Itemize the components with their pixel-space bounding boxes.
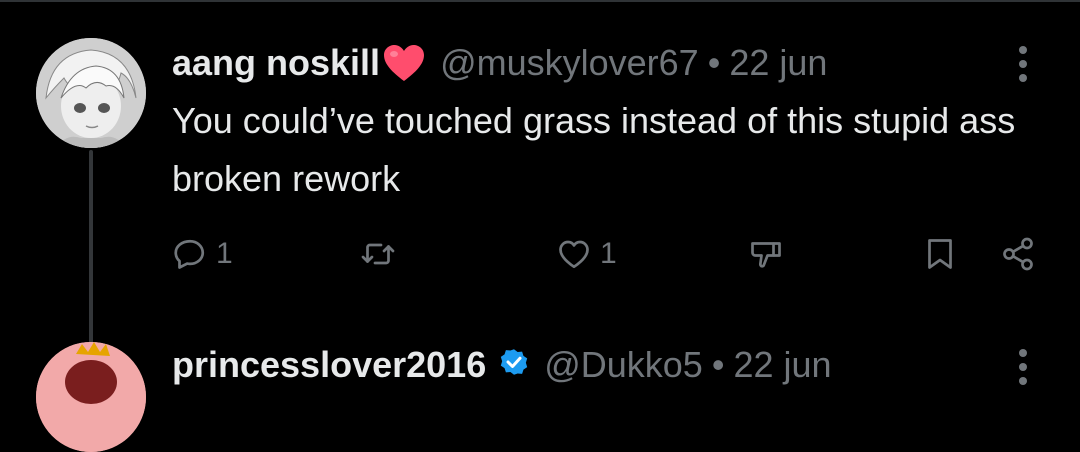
separator-dot: • (711, 344, 725, 385)
more-options-icon[interactable] (1013, 42, 1033, 86)
share-icon (1003, 237, 1033, 271)
more-options-icon[interactable] (1013, 345, 1033, 389)
like-icon (559, 240, 589, 269)
heart-emoji-icon (382, 43, 426, 83)
like-count: 1 (600, 237, 617, 270)
top-divider (0, 0, 1080, 2)
share-button[interactable] (1000, 234, 1036, 274)
bookmark-button[interactable] (922, 234, 958, 274)
post-date[interactable]: 22 jun (733, 344, 831, 386)
post-text: You could’ve touched grass instead of th… (172, 100, 1016, 199)
verified-badge-icon (496, 347, 532, 383)
display-name[interactable]: princesslover2016 (172, 344, 486, 386)
reply-button[interactable]: 1 (172, 234, 233, 274)
repost-button[interactable] (360, 234, 404, 274)
dislike-icon (751, 242, 781, 268)
dislike-button[interactable] (748, 234, 784, 274)
avatar[interactable] (36, 342, 146, 452)
thread-connector-line (89, 150, 93, 345)
bookmark-icon (928, 239, 952, 269)
avatar[interactable] (36, 38, 146, 148)
repost-icon (361, 243, 395, 265)
reply-icon (174, 239, 205, 269)
separator-dot: • (707, 42, 721, 83)
reply-count: 1 (216, 237, 233, 270)
handle[interactable]: @muskylover67 (440, 42, 699, 84)
post-date[interactable]: 22 jun (729, 42, 827, 84)
like-button[interactable]: 1 (556, 234, 617, 274)
reply-header: aang noskill @muskylover67 • 22 jun (172, 40, 827, 86)
display-name[interactable]: aang noskill (172, 42, 380, 84)
handle[interactable]: @Dukko5 (544, 344, 703, 386)
reply-header: princesslover2016 @Dukko5 • 22 jun (172, 342, 832, 388)
